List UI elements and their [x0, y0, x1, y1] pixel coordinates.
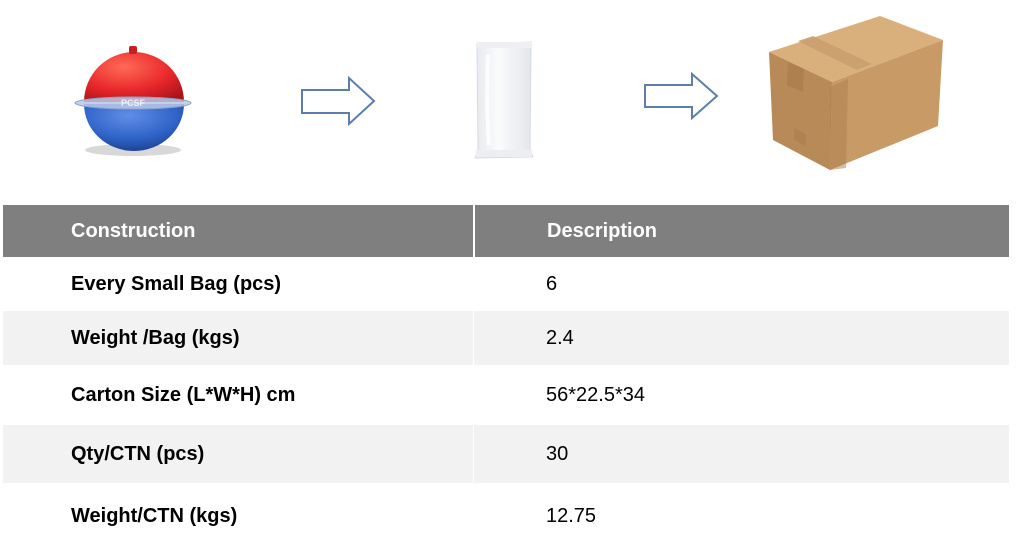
svg-text:PCSF: PCSF: [121, 98, 146, 108]
row-label: Weight/CTN (kgs): [71, 504, 238, 527]
row-value: 30: [473, 425, 1009, 483]
marker-ball-icon: PCSF: [74, 46, 192, 156]
row-label: Qty/CTN (pcs): [71, 442, 205, 465]
table-row: Carton Size (L*W*H) cm 56*22.5*34: [3, 365, 1009, 425]
packaging-flow-illustration: PCSF: [74, 16, 943, 170]
arrow-right-icon: [644, 71, 719, 121]
row-value: 6: [473, 257, 1009, 311]
table-header-row: Construction Description: [3, 205, 1009, 257]
row-label: Weight /Bag (kgs): [71, 326, 240, 349]
arrow-right-icon: [301, 75, 376, 127]
table-row: Weight/CTN (kgs) 12.75: [3, 483, 1009, 549]
table-row: Every Small Bag (pcs) 6: [3, 257, 1009, 311]
row-value: 2.4: [473, 311, 1009, 365]
row-label: Carton Size (L*W*H) cm: [71, 383, 296, 406]
plastic-bag-icon: [474, 41, 534, 159]
table-row: Qty/CTN (pcs) 30: [3, 425, 1009, 483]
table-row: Weight /Bag (kgs) 2.4: [3, 311, 1009, 365]
row-value: 56*22.5*34: [473, 365, 1009, 425]
column-header-description: Description: [473, 205, 1009, 257]
carton-box-icon: [769, 16, 943, 170]
row-label: Every Small Bag (pcs): [71, 272, 282, 295]
packing-spec-table: Construction Description Every Small Bag…: [3, 205, 1009, 549]
column-header-construction: Construction: [71, 219, 196, 242]
row-value: 12.75: [473, 483, 1009, 549]
